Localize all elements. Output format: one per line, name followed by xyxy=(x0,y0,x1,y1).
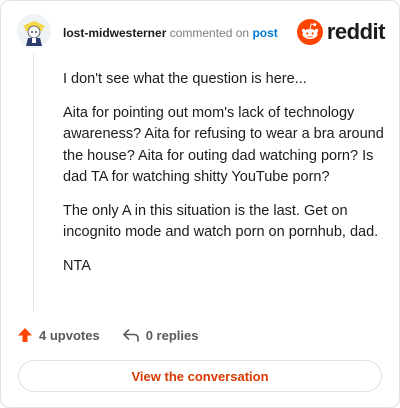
reddit-snoo-icon xyxy=(296,19,323,45)
avatar-icon xyxy=(17,14,51,48)
post-link[interactable]: post xyxy=(252,26,277,40)
reply-count: 0 replies xyxy=(145,327,199,343)
username-link[interactable]: lost-midwesterner xyxy=(63,26,166,40)
thread-line xyxy=(33,53,34,311)
comment-paragraph: NTA xyxy=(63,257,91,274)
upvote-count: 4 upvotes xyxy=(39,327,100,343)
comment-meta: lost-midwesterner commented on post xyxy=(63,26,278,40)
user-avatar[interactable] xyxy=(17,14,51,48)
view-conversation-button[interactable]: View the conversation xyxy=(18,360,382,392)
upvote-button[interactable]: 4 upvotes xyxy=(17,327,100,343)
action-text: commented on xyxy=(169,26,250,40)
comment-paragraph: I don't see what the question is here... xyxy=(63,71,307,87)
comment-embed-card: lost-midwesterner commented on post redd… xyxy=(0,0,400,408)
comment-header: lost-midwesterner commented on post redd… xyxy=(17,14,386,54)
reply-arrow-icon xyxy=(122,329,139,342)
comment-paragraph: The only A in this situation is the last… xyxy=(63,202,379,241)
reddit-brand[interactable]: reddit xyxy=(296,18,386,46)
comment-body: I don't see what the question is here...… xyxy=(63,69,385,289)
reply-button[interactable]: 0 replies xyxy=(122,327,199,343)
comment-paragraph: Aita for pointing out mom's lack of tech… xyxy=(63,104,384,186)
upvote-arrow-icon xyxy=(18,328,32,342)
comment-actions: 4 upvotes 0 replies xyxy=(17,323,220,347)
brand-wordmark: reddit xyxy=(326,19,386,44)
